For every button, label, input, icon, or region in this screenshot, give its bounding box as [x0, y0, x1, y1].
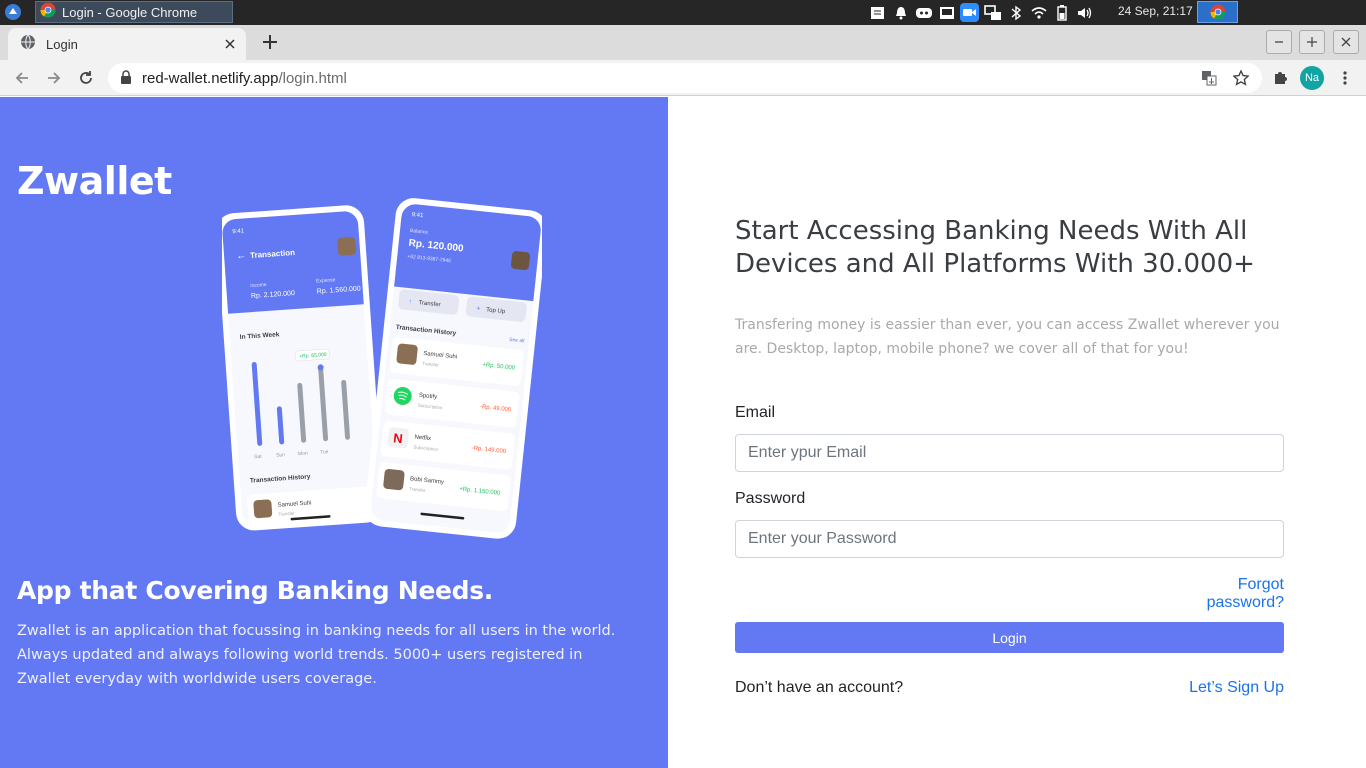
wifi-icon[interactable]: [1029, 3, 1048, 22]
svg-text:+: +: [476, 305, 481, 312]
login-headline: Start Accessing Banking Needs With All D…: [735, 216, 1255, 279]
start-menu-icon[interactable]: [4, 3, 22, 21]
system-tray: [868, 3, 1094, 22]
svg-text:Sun: Sun: [276, 452, 286, 459]
taskbar-chrome-window[interactable]: Login - Google Chrome: [35, 1, 233, 23]
inbox-icon[interactable]: [937, 3, 956, 22]
left-description: Zwallet is an application that focussing…: [17, 623, 616, 687]
bookmark-star-icon[interactable]: [1230, 67, 1252, 89]
login-button[interactable]: Login: [735, 622, 1284, 653]
login-panel: Start Accessing Banking Needs With All D…: [668, 97, 1366, 768]
svg-text:↓: ↓: [238, 282, 242, 289]
svg-text:N: N: [392, 430, 403, 446]
close-tab-icon[interactable]: [220, 34, 240, 54]
address-bar[interactable]: red-wallet.netlify.app /login.html: [108, 63, 1262, 93]
os-clock[interactable]: 24 Sep, 21:17: [1118, 4, 1193, 18]
globe-icon: [20, 34, 36, 54]
switch-icon[interactable]: [983, 3, 1002, 22]
sign-up-link[interactable]: Let’s Sign Up: [1148, 679, 1284, 697]
svg-text:↑: ↑: [408, 299, 412, 305]
login-subtext: Transfering money is eassier than ever, …: [735, 317, 1280, 357]
svg-text:Sat: Sat: [254, 454, 263, 461]
password-label: Password: [735, 490, 806, 507]
password-field[interactable]: [735, 520, 1284, 558]
reload-button[interactable]: [74, 66, 98, 90]
battery-icon[interactable]: [1052, 3, 1071, 22]
taskbar-chrome-launcher[interactable]: [1197, 1, 1238, 23]
svg-text:Income: Income: [250, 282, 267, 289]
svg-text:↑: ↑: [306, 277, 310, 284]
browser-toolbar: red-wallet.netlify.app /login.html Na: [0, 60, 1366, 96]
bell-icon[interactable]: [891, 3, 910, 22]
phone-mockup-illustration: 9:41 ← Transaction ↓ Income Rp. 2.120.00…: [222, 198, 542, 539]
new-tab-button[interactable]: [259, 31, 281, 53]
svg-text:Mon: Mon: [298, 451, 308, 458]
volume-icon[interactable]: [1075, 3, 1094, 22]
email-label: Email: [735, 404, 776, 421]
forward-button[interactable]: [42, 66, 66, 90]
no-account-text: Don’t have an account?: [735, 679, 904, 696]
maximize-window-button[interactable]: [1299, 30, 1325, 54]
browser-tab-login[interactable]: Login: [8, 28, 246, 60]
discord-icon[interactable]: [914, 3, 933, 22]
taskbar-window-title: Login - Google Chrome: [62, 4, 198, 20]
left-heading: App that Covering Banking Needs.: [17, 576, 494, 605]
chrome-icon: [40, 2, 56, 22]
profile-avatar[interactable]: Na: [1300, 66, 1324, 90]
svg-text:9:41: 9:41: [232, 228, 245, 235]
os-taskbar: Login - Google Chrome 24 Sep, 21:17: [0, 0, 1366, 25]
forgot-password-link[interactable]: Forgot password?: [1156, 576, 1284, 612]
bluetooth-icon[interactable]: [1006, 3, 1025, 22]
tab-title: Login: [46, 36, 78, 52]
close-window-button[interactable]: [1333, 30, 1359, 54]
translate-icon[interactable]: [1198, 67, 1220, 89]
browser-tabstrip: Login: [0, 25, 1366, 60]
minimize-window-button[interactable]: [1266, 30, 1292, 54]
svg-text:9:41: 9:41: [411, 212, 424, 219]
svg-text:Tue: Tue: [320, 449, 329, 456]
svg-text:←: ←: [236, 250, 247, 262]
lock-icon[interactable]: [120, 69, 132, 88]
extensions-puzzle-icon[interactable]: [1268, 66, 1292, 90]
left-hero-panel: Zwallet 9:41 ← Transaction ↓ Income Rp. …: [0, 97, 668, 768]
email-field[interactable]: [735, 434, 1284, 472]
zoom-icon[interactable]: [960, 3, 979, 22]
chrome-icon: [1209, 4, 1226, 20]
back-button[interactable]: [10, 66, 34, 90]
browser-menu-icon[interactable]: [1333, 66, 1357, 90]
brand-logo[interactable]: Zwallet: [17, 159, 172, 203]
notes-icon[interactable]: [868, 3, 887, 22]
url-domain: red-wallet.netlify.app: [142, 69, 279, 87]
url-path: /login.html: [278, 69, 347, 87]
